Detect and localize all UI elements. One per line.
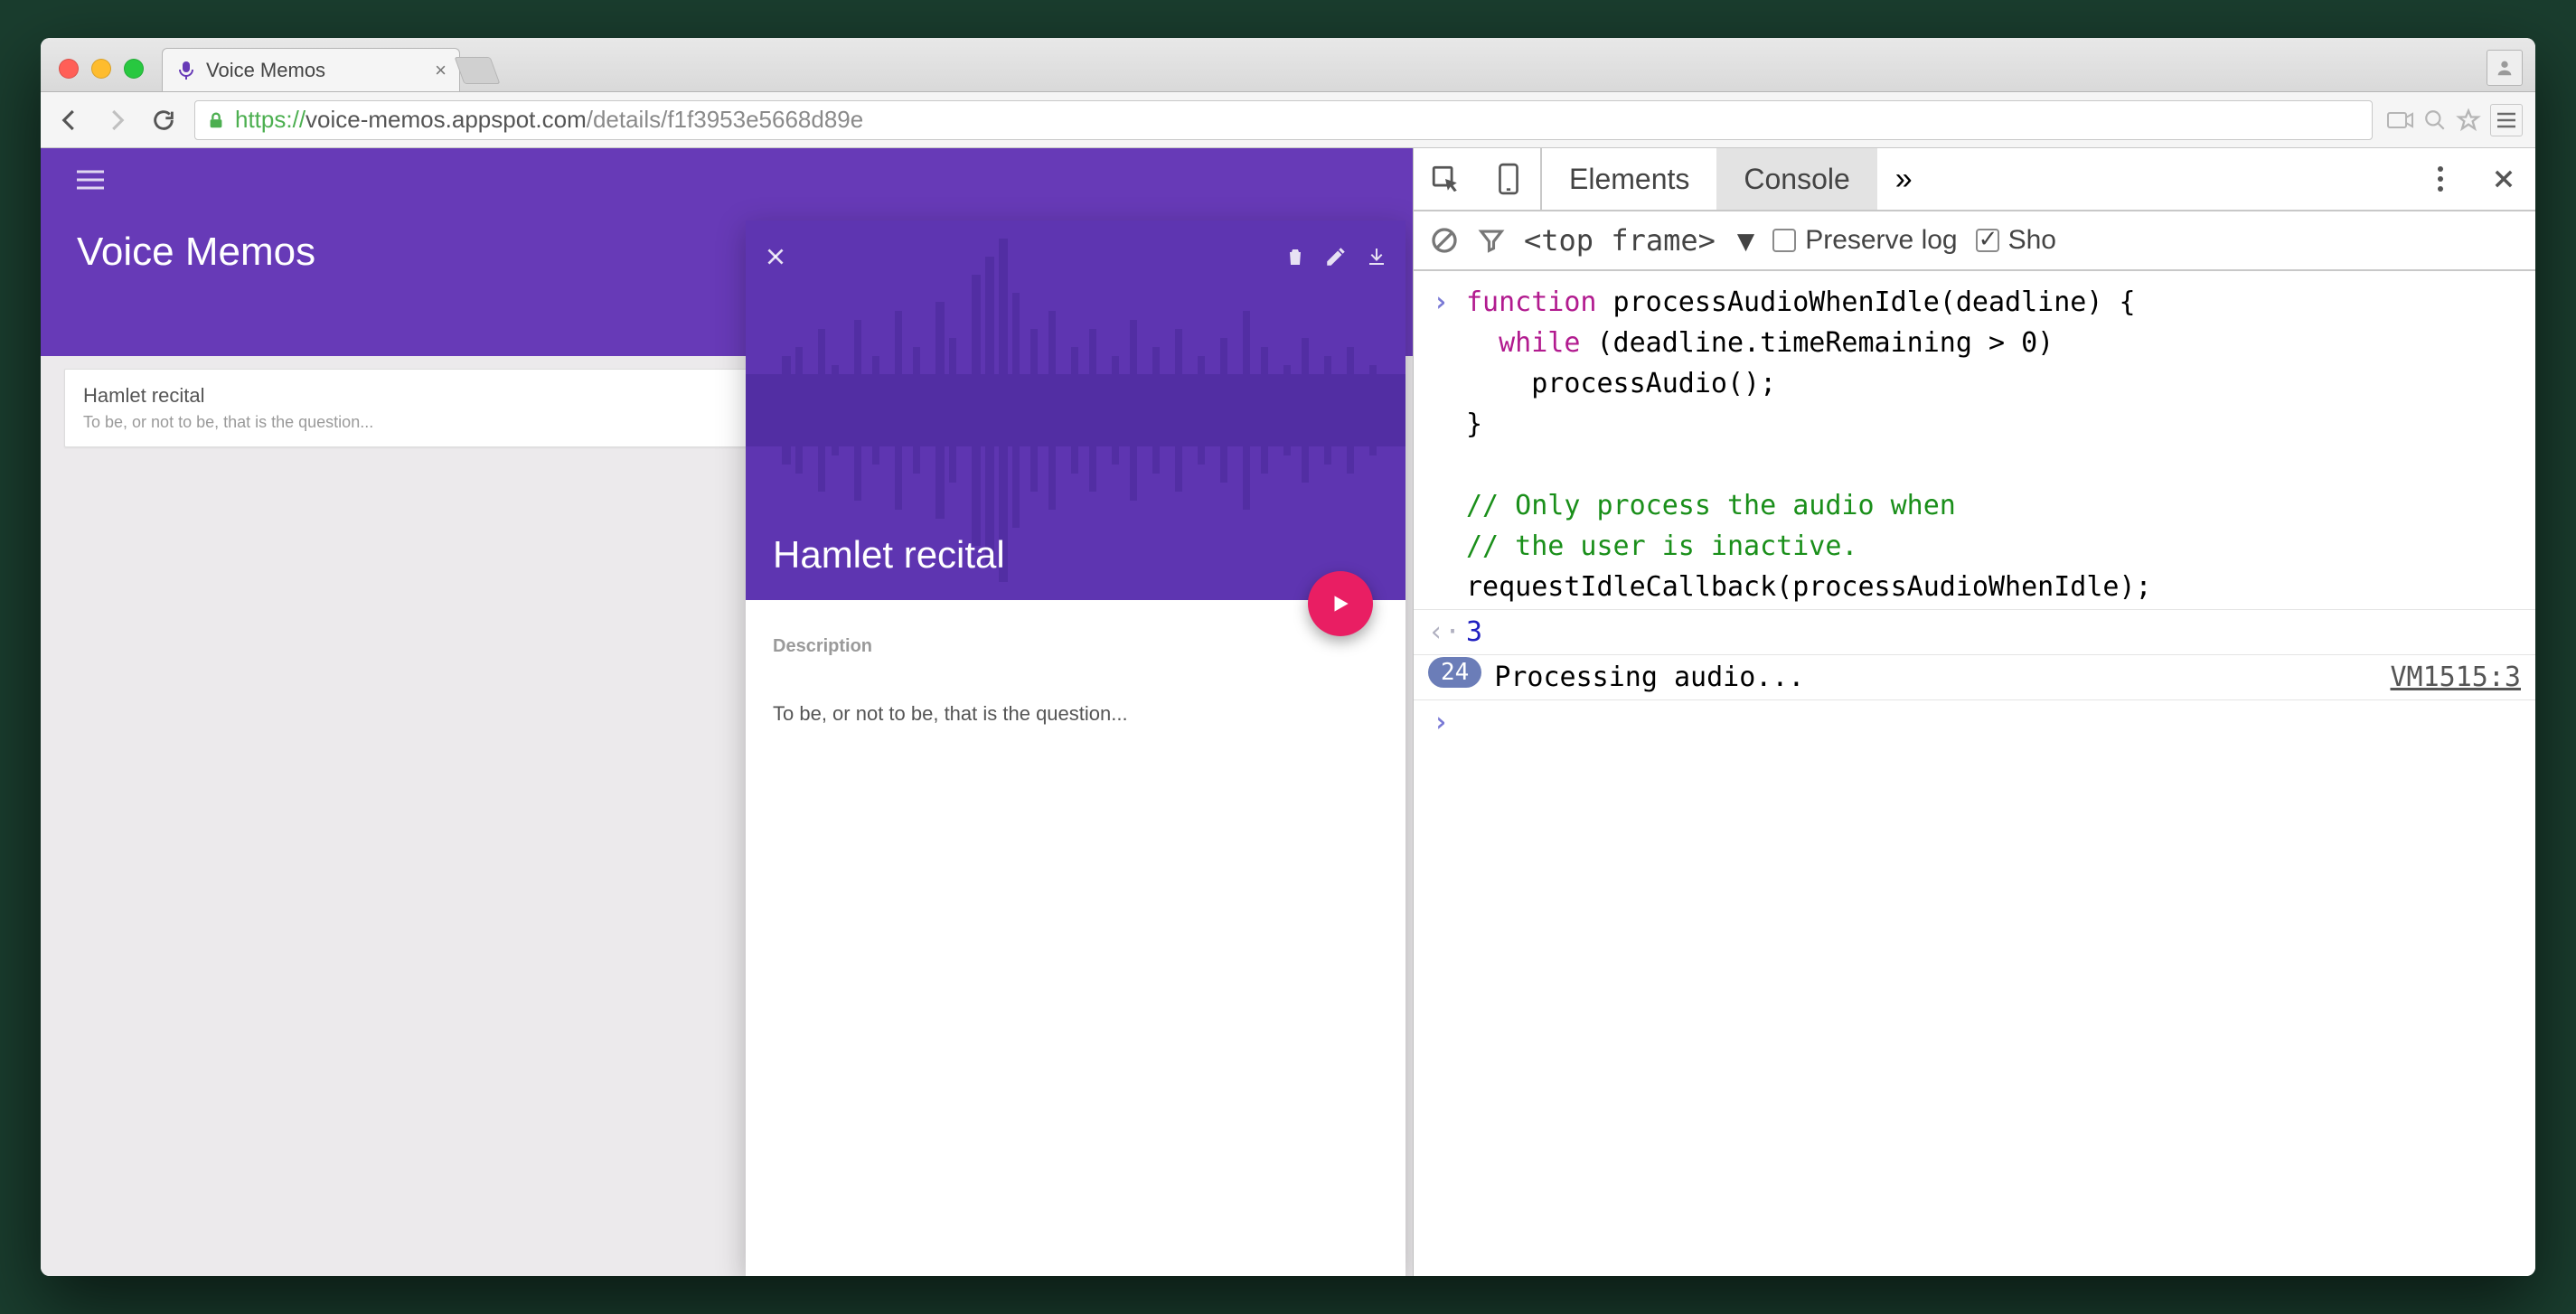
browser-tab[interactable]: Voice Memos × [162, 48, 460, 91]
new-tab-button[interactable] [455, 57, 501, 84]
content: Voice Memos Hamlet recital To be, or not… [41, 148, 2535, 1276]
browser-window: Voice Memos × https://voice-memos.appspo… [41, 38, 2535, 1276]
tab-console[interactable]: Console [1716, 148, 1876, 210]
fullscreen-window-button[interactable] [124, 59, 144, 79]
menu-button[interactable] [2490, 104, 2523, 136]
url-text: https://voice-memos.appspot.com/details/… [235, 106, 863, 134]
close-window-button[interactable] [59, 59, 79, 79]
log-message: Processing audio... [1494, 657, 1804, 698]
devtools-tabs: Elements Console » [1414, 148, 2535, 211]
device-icon[interactable] [1477, 148, 1540, 210]
console-input: function processAudioWhenIdle(deadline) … [1466, 282, 2152, 607]
hamburger-icon[interactable] [77, 170, 104, 190]
kebab-icon[interactable] [2409, 148, 2472, 210]
lock-icon [206, 108, 226, 132]
tab-elements[interactable]: Elements [1542, 148, 1716, 210]
preserve-log-checkbox[interactable]: Preserve log [1772, 225, 1957, 256]
play-fab[interactable] [1308, 571, 1373, 636]
voice-memos-app: Voice Memos Hamlet recital To be, or not… [41, 148, 1413, 1276]
edit-icon[interactable] [1324, 245, 1348, 268]
frame-selector[interactable]: <top frame> ▼ [1524, 223, 1754, 258]
zoom-icon[interactable] [2423, 108, 2447, 132]
filter-icon[interactable] [1477, 227, 1506, 254]
memo-detail-card: Hamlet recital Description To be, or not… [746, 221, 1406, 1276]
description-text: To be, or not to be, that is the questio… [773, 702, 1378, 726]
input-prompt-icon: › [1428, 282, 1453, 323]
input-prompt-icon[interactable]: › [1428, 702, 1453, 743]
detail-toolbar [746, 221, 1406, 293]
forward-button[interactable] [100, 104, 133, 136]
description-label: Description [773, 636, 1378, 657]
tab-title: Voice Memos [206, 59, 426, 82]
devtools-panel: Elements Console » [1413, 148, 2535, 1276]
star-icon[interactable] [2456, 108, 2481, 133]
detail-body: Description To be, or not to be, that is… [746, 600, 1406, 762]
clear-console-icon[interactable] [1430, 226, 1459, 255]
detail-hero: Hamlet recital [746, 221, 1406, 600]
console-output[interactable]: › function processAudioWhenIdle(deadline… [1414, 271, 2535, 1276]
titlebar: Voice Memos × [41, 38, 2535, 92]
close-detail-icon[interactable] [764, 245, 787, 268]
toolbar: https://voice-memos.appspot.com/details/… [41, 92, 2535, 148]
chevron-down-icon: ▼ [1737, 223, 1754, 258]
console-subbar: <top frame> ▼ Preserve log Sho [1414, 211, 2535, 271]
close-tab-icon[interactable]: × [435, 59, 447, 82]
mic-icon [175, 60, 197, 81]
console-log-row: 24 Processing audio... VM1515:3 [1414, 654, 2535, 699]
profile-button[interactable] [2487, 50, 2523, 86]
show-checkbox[interactable]: Sho [1976, 225, 2056, 256]
delete-icon[interactable] [1284, 244, 1306, 269]
close-devtools-icon[interactable] [2472, 148, 2535, 210]
log-source-link[interactable]: VM1515:3 [2391, 657, 2522, 698]
minimize-window-button[interactable] [91, 59, 111, 79]
tabs-overflow[interactable]: » [1877, 148, 1931, 210]
console-result: 3 [1466, 612, 1482, 652]
address-bar[interactable]: https://voice-memos.appspot.com/details/… [194, 100, 2373, 140]
detail-title: Hamlet recital [773, 533, 1005, 577]
back-button[interactable] [53, 104, 86, 136]
window-controls [41, 59, 162, 91]
log-count-badge: 24 [1428, 657, 1481, 688]
reload-button[interactable] [147, 104, 180, 136]
toolbar-right [2387, 104, 2523, 136]
download-icon[interactable] [1366, 244, 1387, 269]
camera-icon[interactable] [2387, 109, 2414, 131]
result-icon: ‹· [1428, 612, 1453, 652]
inspect-icon[interactable] [1414, 148, 1477, 210]
